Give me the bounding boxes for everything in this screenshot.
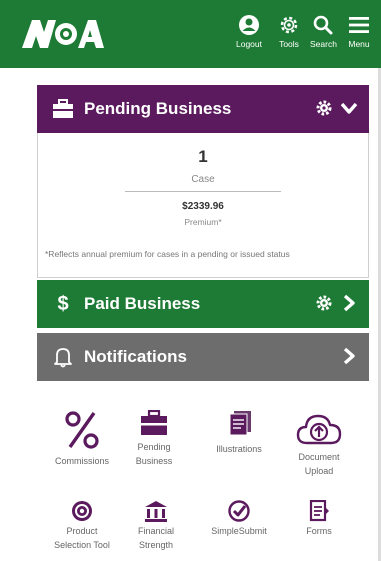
noa-logo[interactable] (22, 18, 104, 48)
chevron-right-icon[interactable] (339, 346, 359, 366)
dollar-icon: $ (57, 293, 69, 315)
checkmark-circle-icon (228, 500, 250, 522)
briefcase-icon (141, 410, 167, 435)
pending-business-tile[interactable]: Pending Business (126, 410, 182, 468)
user-icon (239, 15, 259, 35)
simplesubmit-tile[interactable]: SimpleSubmit (202, 500, 276, 538)
illustrations-tile[interactable]: Illustrations (204, 410, 274, 456)
premium-label: Premium* (184, 217, 222, 227)
pending-business-tile-label-1: Pending (137, 442, 171, 452)
notifications-title: Notifications (84, 347, 187, 366)
illustrations-label: Illustrations (216, 444, 262, 454)
tools-button[interactable]: Tools (278, 14, 300, 49)
pending-business-header[interactable]: Pending Business (37, 85, 369, 133)
simplesubmit-label: SimpleSubmit (211, 526, 267, 536)
financial-strength-tile[interactable]: Financial Strength (128, 500, 184, 552)
forms-label: Forms (306, 526, 332, 536)
financial-strength-label-1: Financial (137, 526, 175, 536)
document-upload-label-1: Document (298, 452, 340, 462)
cloud-upload-icon (296, 414, 342, 445)
summary-divider (125, 191, 281, 192)
product-selection-label-1: Product (66, 526, 98, 536)
target-icon (72, 501, 92, 521)
product-selection-tile[interactable]: Product Selection Tool (44, 500, 120, 552)
settings-gear-icon[interactable] (315, 294, 333, 312)
forms-tile[interactable]: Forms (294, 500, 344, 538)
commissions-label: Commissions (54, 456, 109, 466)
case-count-label: Case (191, 174, 215, 185)
briefcase-icon (53, 99, 73, 118)
paid-business-title: Paid Business (84, 294, 201, 313)
app-header: Logout Tools Search Menu (0, 0, 381, 68)
financial-strength-label-2: Strength (138, 540, 174, 550)
bank-icon (145, 501, 167, 522)
commissions-tile[interactable]: Commissions (44, 410, 120, 468)
tools-label: Tools (279, 39, 299, 49)
notifications-header[interactable]: Notifications (37, 333, 369, 381)
search-label: Search (310, 39, 337, 49)
premium-amount: $2339.96 (182, 201, 224, 212)
forms-icon (309, 500, 329, 522)
logout-label: Logout (236, 39, 262, 49)
document-upload-label-2: Upload (304, 466, 334, 476)
gear-icon (280, 16, 298, 34)
chevron-right-icon[interactable] (339, 293, 359, 313)
percent-icon (65, 411, 99, 449)
menu-label: Menu (348, 39, 370, 49)
search-button[interactable]: Search (310, 14, 337, 49)
search-icon (314, 15, 333, 35)
premium-footnote: *Reflects annual premium for cases in a … (45, 249, 290, 259)
pending-business-tile-label-2: Business (135, 456, 173, 466)
chevron-down-icon[interactable] (339, 98, 359, 118)
document-stack-icon (229, 411, 251, 436)
bell-icon (54, 348, 72, 368)
paid-business-header[interactable]: $ Paid Business (37, 280, 369, 328)
logout-button[interactable]: Logout (236, 14, 262, 49)
pending-business-title: Pending Business (84, 99, 232, 118)
document-upload-tile[interactable]: Document Upload (286, 410, 352, 478)
settings-gear-icon[interactable] (315, 99, 333, 117)
menu-button[interactable]: Menu (348, 14, 370, 49)
hamburger-icon (349, 17, 369, 33)
product-selection-label-2: Selection Tool (54, 540, 110, 550)
case-count: 1 (198, 147, 208, 166)
